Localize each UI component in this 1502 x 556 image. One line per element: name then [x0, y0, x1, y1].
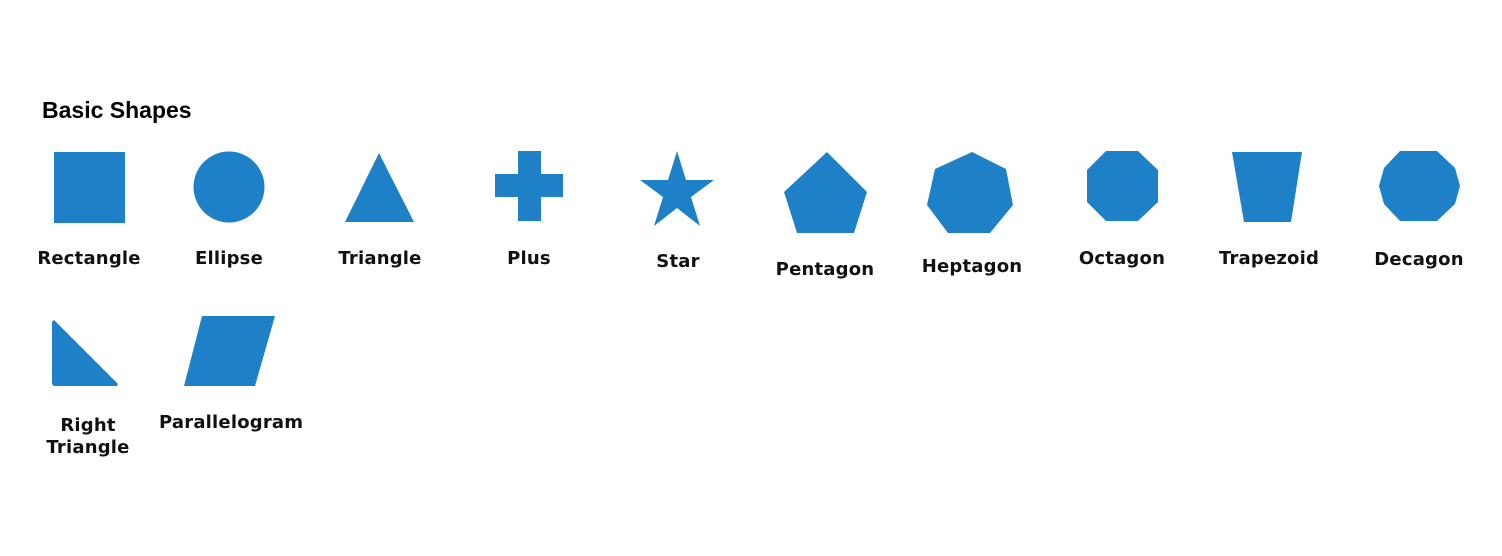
- label-ellipse: Ellipse: [194, 248, 263, 269]
- label-parallelogram: Parallelogram: [159, 412, 304, 433]
- label-pentagon: Pentagon: [775, 259, 875, 280]
- heptagon-shape[interactable]: [927, 152, 1013, 233]
- label-rectangle: Rectangle: [37, 248, 141, 269]
- label-triangle: Triangle: [338, 248, 422, 269]
- pentagon-shape[interactable]: [784, 152, 867, 233]
- label-heptagon: Heptagon: [921, 256, 1023, 277]
- label-plus: Plus: [507, 248, 551, 269]
- right-triangle-shape[interactable]: [52, 320, 118, 386]
- octagon-shape[interactable]: [1087, 151, 1158, 221]
- rectangle-shape[interactable]: [54, 152, 125, 223]
- label-octagon: Octagon: [1078, 248, 1166, 269]
- shapes-canvas: [52, 151, 1460, 386]
- plus-shape[interactable]: [495, 151, 563, 221]
- star-shape[interactable]: [640, 151, 714, 226]
- label-star: Star: [656, 251, 700, 272]
- label-trapezoid: Trapezoid: [1218, 248, 1320, 269]
- parallelogram-shape[interactable]: [184, 316, 275, 386]
- label-right-triangle: Right Triangle: [46, 415, 130, 458]
- ellipse-shape[interactable]: [193, 151, 265, 223]
- triangle-shape[interactable]: [345, 153, 414, 222]
- decagon-shape[interactable]: [1379, 151, 1460, 221]
- trapezoid-shape[interactable]: [1232, 152, 1302, 222]
- label-decagon: Decagon: [1374, 249, 1464, 270]
